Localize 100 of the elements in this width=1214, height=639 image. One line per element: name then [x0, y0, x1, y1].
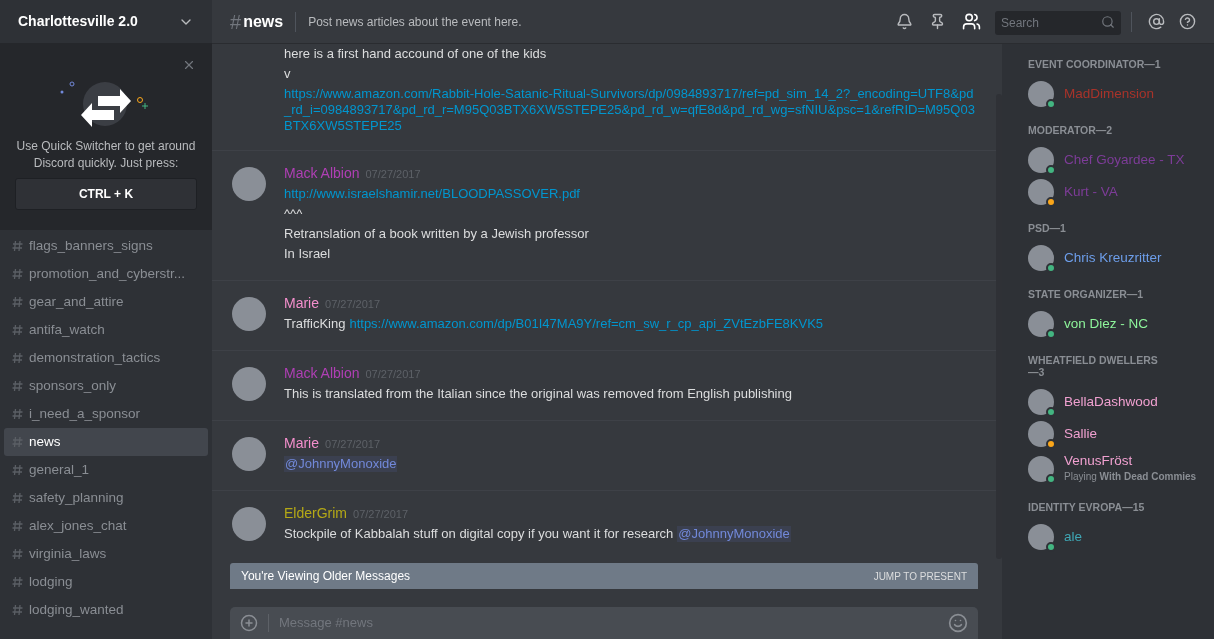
- avatar[interactable]: [232, 437, 266, 471]
- role-heading: IDENTITY EVROPA—15: [1028, 501, 1146, 513]
- avatar[interactable]: [232, 507, 266, 541]
- hash-icon: [12, 436, 23, 448]
- role-heading: PSD—1: [1028, 222, 1067, 234]
- channel-name: lodging: [29, 572, 73, 591]
- avatar[interactable]: [1028, 311, 1054, 337]
- message-text: This is translated from the Italian since the original was removed from English publishing: [284, 386, 792, 402]
- shortcut-key: CTRL + K: [15, 178, 197, 210]
- channel-name: alex_jones_chat: [29, 516, 127, 535]
- channel-name: lodging_wanted: [29, 600, 124, 619]
- avatar[interactable]: [1028, 147, 1054, 173]
- channel-item[interactable]: i_need_a_sponsor: [4, 400, 208, 428]
- hash-icon: [12, 604, 23, 616]
- author-name[interactable]: Marie: [284, 295, 319, 311]
- role-heading: STATE ORGANIZER—1: [1028, 288, 1145, 300]
- mention-icon[interactable]: [1148, 13, 1165, 30]
- search-field[interactable]: Search: [995, 10, 1121, 35]
- channel-name: i_need_a_sponsor: [29, 404, 141, 423]
- author-name[interactable]: Mack Albion: [284, 165, 360, 181]
- channel-item[interactable]: antifa_watch: [4, 316, 208, 344]
- member-name[interactable]: Chris Kreuzritter: [1064, 250, 1162, 266]
- emoji-icon[interactable]: [948, 613, 968, 633]
- member-activity: Playing With Dead Commies: [1064, 470, 1197, 484]
- avatar[interactable]: [1028, 245, 1054, 271]
- role-heading: MODERATOR—2: [1028, 124, 1114, 136]
- channel-name: safety_planning: [29, 488, 124, 507]
- member-name[interactable]: BellaDashwood: [1064, 394, 1158, 410]
- message-link[interactable]: https://www.amazon.com/dp/B01I47MA9Y/ref=cm_sw_r_cp_api_ZVtEzbFE8KVK5: [349, 316, 824, 332]
- channel-item[interactable]: sponsors_only: [4, 372, 208, 400]
- pin-icon[interactable]: [929, 13, 946, 30]
- role-heading: EVENT COORDINATOR—1: [1028, 58, 1162, 70]
- avatar[interactable]: [1028, 389, 1054, 415]
- quick-switcher-hint: Use Quick Switcher to get around Discord quickly. Just press:: [15, 138, 197, 172]
- message-link[interactable]: http://www.israelshamir.net/BLOODPASSOVER.pdf: [284, 186, 580, 202]
- channel-name: antifa_watch: [29, 320, 105, 339]
- bell-icon[interactable]: [896, 13, 913, 30]
- author-name[interactable]: Mack Albion: [284, 365, 360, 381]
- hash-icon: [12, 324, 23, 336]
- user-mention[interactable]: @JohnnyMonoxide: [677, 526, 791, 542]
- members-icon[interactable]: [962, 12, 981, 31]
- hash-icon: #: [230, 6, 242, 37]
- message-text: here is a first hand accound of one of the kids: [284, 46, 547, 62]
- hash-icon: [12, 576, 23, 588]
- avatar[interactable]: [1028, 421, 1054, 447]
- avatar[interactable]: [232, 367, 266, 401]
- search-icon: [1101, 14, 1115, 29]
- message-text: Stockpile of Kabbalah stuff on digital copy if you want it for research: [284, 526, 674, 542]
- message-text: Retranslation of a book written by a Jewish professor: [284, 226, 589, 242]
- channel-item[interactable]: promotion_and_cyberstr...: [4, 260, 208, 288]
- hash-icon: [12, 380, 23, 392]
- channel-name: virginia_laws: [29, 544, 107, 563]
- user-mention[interactable]: @JohnnyMonoxide: [284, 456, 398, 472]
- channel-name: promotion_and_cyberstr...: [29, 264, 186, 283]
- author-name[interactable]: Marie: [284, 435, 319, 451]
- message-text: ^^^: [284, 206, 303, 222]
- close-icon[interactable]: [182, 58, 196, 72]
- channel-item[interactable]: gear_and_attire: [4, 288, 208, 316]
- help-icon[interactable]: [1179, 13, 1196, 30]
- channel-item[interactable]: lodging_wanted: [4, 596, 208, 624]
- channel-item[interactable]: general_1: [4, 456, 208, 484]
- hash-icon: [12, 548, 23, 560]
- avatar[interactable]: [1028, 524, 1054, 550]
- member-name[interactable]: VenusFröst: [1064, 453, 1197, 469]
- member-name[interactable]: ale: [1064, 529, 1082, 545]
- hash-icon: [12, 408, 23, 420]
- avatar[interactable]: [1028, 81, 1054, 107]
- message-text: In Israel: [284, 246, 331, 262]
- channel-name: flags_banners_signs: [29, 236, 153, 255]
- role-heading: WHEATFIELD DWELLERS—3: [1028, 354, 1159, 378]
- member-name[interactable]: Sallie: [1064, 426, 1098, 442]
- jump-to-present-link[interactable]: JUMP TO PRESENT: [873, 568, 967, 584]
- channel-name: general_1: [29, 460, 90, 479]
- avatar[interactable]: [1028, 179, 1054, 205]
- channel-item[interactable]: virginia_laws: [4, 540, 208, 568]
- channel-item[interactable]: safety_planning: [4, 484, 208, 512]
- channel-item[interactable]: demonstration_tactics: [4, 344, 208, 372]
- author-name[interactable]: ElderGrim: [284, 505, 347, 521]
- channel-name: sponsors_only: [29, 376, 117, 395]
- hash-icon: [12, 520, 23, 532]
- avatar[interactable]: [232, 297, 266, 331]
- server-name[interactable]: Charlottesville 2.0: [18, 11, 138, 32]
- hash-icon: [12, 296, 23, 308]
- hash-icon: [12, 492, 23, 504]
- channel-name: news: [29, 432, 61, 451]
- hash-icon: [12, 268, 23, 280]
- channel-item[interactable]: news: [4, 428, 208, 456]
- channel-item[interactable]: alex_jones_chat: [4, 512, 208, 540]
- plus-icon[interactable]: [240, 614, 258, 632]
- avatar[interactable]: [1028, 455, 1054, 482]
- member-name[interactable]: von Diez - NC: [1064, 316, 1149, 332]
- channel-item[interactable]: lodging: [4, 568, 208, 596]
- channel-item[interactable]: flags_banners_signs: [4, 232, 208, 260]
- avatar[interactable]: [232, 167, 266, 201]
- hash-icon: [12, 352, 23, 364]
- message-text: v: [284, 66, 291, 82]
- message-link[interactable]: https://www.amazon.com/Rabbit-Hole-Satanic-Ritual-Survivors/dp/0984893717/ref=pd_sim_14_2?_encoding=UTF8&pd_rd_i=0984893717&pd_rd_r=M95Q03BTX6XW5STEPE25&pd_rd_w=qfE8d&pd_rd_wg=sfNIU&psc=1&refRID=M95Q03BTX6XW5STEPE25: [284, 86, 976, 134]
- hash-icon: [12, 240, 23, 252]
- hash-icon: [12, 464, 23, 476]
- older-messages-label: You're Viewing Older Messages: [241, 568, 411, 585]
